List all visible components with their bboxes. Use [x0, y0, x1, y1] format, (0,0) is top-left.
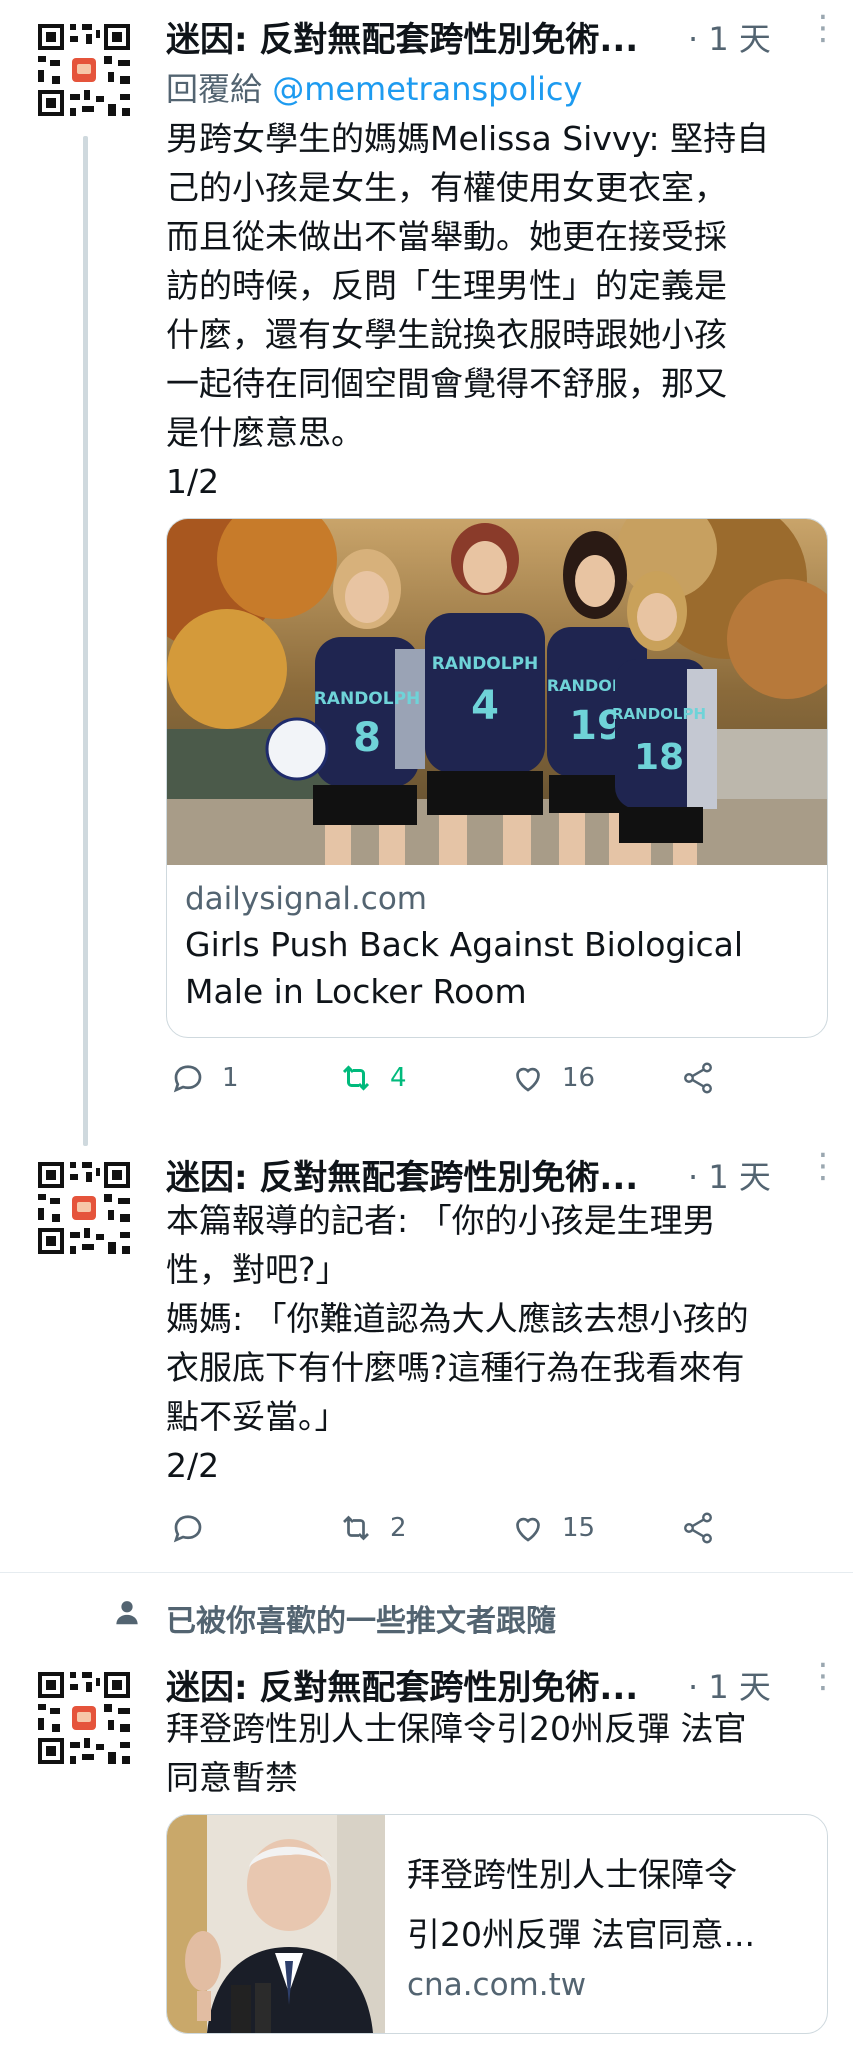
share-icon: [684, 1062, 712, 1094]
jersey-team-4: RANDOLPH: [612, 705, 706, 723]
card-title: Girls Push Back Against Biological Male …: [185, 925, 744, 1011]
reply-to: 回覆給 @memetranspolicy: [166, 64, 582, 110]
card-title: 拜登跨性別人士保障令 引20州反彈 法官同意...: [407, 1855, 755, 1954]
author-avatar[interactable]: [34, 20, 134, 120]
card-domain: dailysignal.com: [185, 881, 428, 917]
person-icon: [112, 1598, 142, 1628]
heart-icon: [516, 1517, 540, 1542]
jersey-team-1: RANDOLPH: [314, 689, 421, 709]
jersey-number-1: 8: [353, 715, 381, 761]
author-name[interactable]: 迷因: 反對無配套跨性別免術...: [166, 1660, 638, 1709]
card-thumbnail: [167, 1815, 385, 2033]
tweet-text: 本篇報導的記者: 「你的小孩是生理男 性，對吧?」 媽媽: 「你難道認為大人應該…: [166, 1201, 749, 1485]
qr-avatar-icon: [34, 20, 134, 120]
retweet-icon: [343, 1515, 369, 1541]
card-domain: cna.com.tw: [407, 1967, 587, 2003]
reply-prefix: 回覆給: [166, 70, 273, 108]
tweet-time[interactable]: · 1 天: [688, 1152, 771, 1198]
reply-icon: [173, 1065, 202, 1093]
share-button[interactable]: [680, 1510, 732, 1546]
retweet-button[interactable]: 4: [338, 1060, 407, 1096]
link-card[interactable]: 拜登跨性別人士保障令 引20州反彈 法官同意... cna.com.tw: [166, 1814, 828, 2034]
heart-icon: [516, 1067, 540, 1092]
tweet-text: 男跨女學生的媽媽Melissa Sivvy: 堅持自 己的小孩是女生，有權使用女…: [166, 119, 770, 501]
tweet-time[interactable]: · 1 天: [688, 14, 771, 60]
qr-avatar-icon: [34, 1158, 134, 1258]
share-button[interactable]: [680, 1060, 732, 1096]
share-icon: [684, 1512, 712, 1544]
jersey-number-4: 18: [634, 737, 684, 778]
jersey-team-2: RANDOLPH: [432, 654, 539, 674]
like-count: 15: [562, 1513, 596, 1543]
jersey-number-2: 4: [471, 683, 499, 729]
reply-icon: [173, 1515, 202, 1543]
card-image: RANDOLPH 8 RANDOLPH 4 RANDOLPH 19 RANDOL…: [167, 519, 827, 865]
reply-count: 1: [222, 1063, 239, 1093]
retweet-button[interactable]: 2: [338, 1510, 407, 1546]
link-card[interactable]: RANDOLPH 8 RANDOLPH 4 RANDOLPH 19 RANDOL…: [166, 518, 828, 1038]
more-options-icon[interactable]: ⋮: [806, 1146, 840, 1186]
reply-button[interactable]: 1: [170, 1060, 239, 1096]
qr-avatar-icon: [34, 1668, 134, 1768]
more-options-icon[interactable]: ⋮: [806, 8, 840, 48]
thread-connector: [83, 136, 88, 1146]
like-button[interactable]: 15: [510, 1510, 595, 1546]
retweet-count: 2: [390, 1513, 407, 1543]
author-avatar[interactable]: [34, 1668, 134, 1768]
author-name[interactable]: 迷因: 反對無配套跨性別免術...: [166, 12, 638, 61]
author-name[interactable]: 迷因: 反對無配套跨性別免術...: [166, 1150, 638, 1199]
tweet-time[interactable]: · 1 天: [688, 1662, 771, 1708]
retweet-count: 4: [390, 1063, 407, 1093]
reply-handle-link[interactable]: @memetranspolicy: [272, 70, 582, 108]
tweet-divider: [0, 1572, 853, 1573]
social-context[interactable]: 已被你喜歡的一些推文者跟隨: [166, 1596, 556, 1640]
retweet-icon: [342, 1065, 370, 1091]
more-options-icon[interactable]: ⋮: [806, 1656, 840, 1696]
like-count: 16: [562, 1063, 596, 1093]
tweet-text: 拜登跨性別人士保障令引20州反彈 法官 同意暫禁: [166, 1709, 747, 1797]
reply-button[interactable]: [170, 1510, 222, 1546]
author-avatar[interactable]: [34, 1158, 134, 1258]
like-button[interactable]: 16: [510, 1060, 595, 1096]
